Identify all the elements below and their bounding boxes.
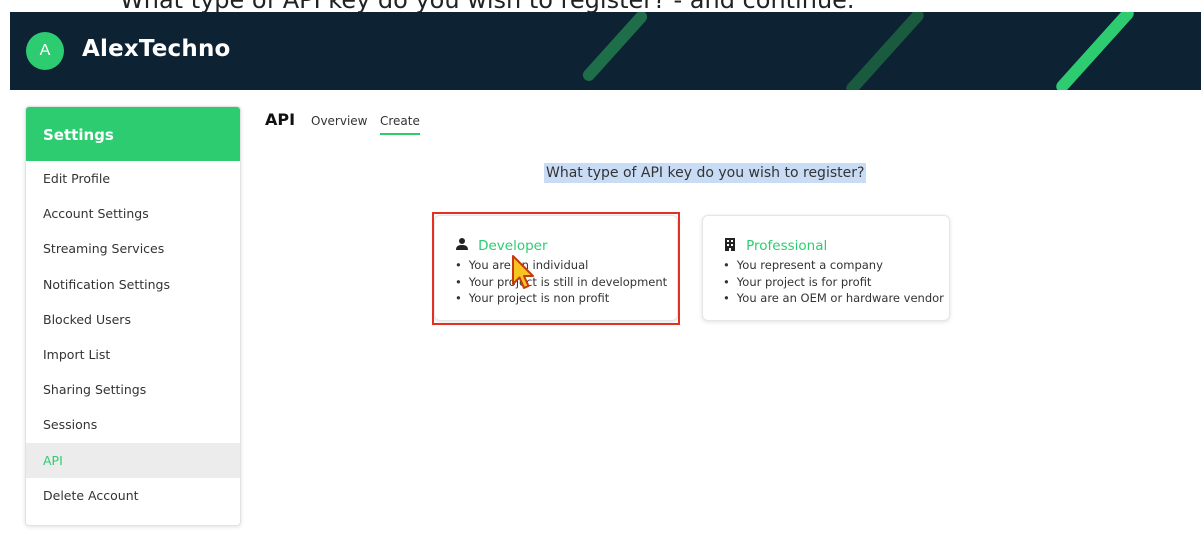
settings-sidebar: Settings Edit Profile Account Settings S… [25, 106, 241, 526]
card-title: Professional [746, 238, 828, 254]
sidebar-item-account-settings[interactable]: Account Settings [26, 196, 240, 231]
tab-create[interactable]: Create [380, 114, 420, 135]
sidebar-item-blocked-users[interactable]: Blocked Users [26, 302, 240, 337]
building-icon [725, 238, 735, 251]
top-navigation-bar: A AlexTechno [10, 12, 1201, 90]
tab-overview[interactable]: Overview [311, 114, 368, 128]
card-title-row: Professional [723, 235, 828, 254]
sidebar-item-delete-account[interactable]: Delete Account [26, 478, 240, 513]
decorative-stripe [843, 12, 927, 90]
user-avatar[interactable]: A [26, 32, 64, 70]
sidebar-item-streaming-services[interactable]: Streaming Services [26, 231, 240, 266]
page-title: API [265, 110, 296, 129]
card-bullet-list: You represent a company Your project is … [723, 257, 944, 307]
sidebar-title: Settings [26, 107, 240, 161]
sidebar-item-sharing-settings[interactable]: Sharing Settings [26, 372, 240, 407]
api-key-question: What type of API key do you wish to regi… [544, 163, 867, 183]
selection-highlight-box [432, 212, 680, 325]
list-item: You are an OEM or hardware vendor [723, 290, 944, 307]
pointer-cursor-icon [512, 255, 534, 289]
list-item: Your project is for profit [723, 274, 944, 291]
sidebar-item-import-list[interactable]: Import List [26, 337, 240, 372]
brand-name[interactable]: AlexTechno [82, 36, 231, 62]
decorative-stripe [580, 12, 650, 84]
sidebar-item-edit-profile[interactable]: Edit Profile [26, 161, 240, 196]
sidebar-item-notification-settings[interactable]: Notification Settings [26, 267, 240, 302]
professional-option-card[interactable]: Professional You represent a company You… [702, 215, 950, 321]
sidebar-item-sessions[interactable]: Sessions [26, 407, 240, 442]
list-item: You represent a company [723, 257, 944, 274]
decorative-stripe [1053, 12, 1137, 90]
sidebar-item-api[interactable]: API [26, 442, 240, 478]
